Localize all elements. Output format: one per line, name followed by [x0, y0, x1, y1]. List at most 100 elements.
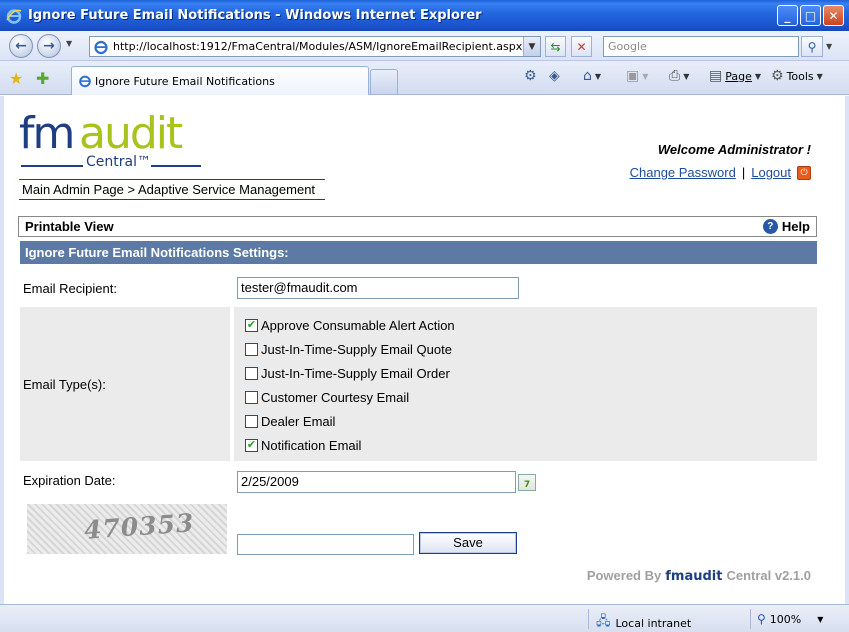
expiration-date-field[interactable]: 2/25/2009: [237, 471, 516, 493]
maximize-icon: □: [804, 8, 817, 23]
research-icon: ◈: [549, 68, 560, 84]
forward-arrow-icon: →: [43, 38, 55, 54]
print-dropdown-icon[interactable]: ▼: [683, 72, 689, 81]
email-type-label: Just-In-Time-Supply Email Quote: [261, 342, 452, 357]
close-window-button[interactable]: ✕: [823, 5, 844, 26]
email-recipient-label: Email Recipient:: [23, 281, 117, 296]
tab-ignore-notifications[interactable]: Ignore Future Email Notifications: [71, 66, 369, 95]
email-type-option[interactable]: Customer Courtesy Email: [245, 390, 409, 405]
logout-link[interactable]: Logout: [751, 165, 791, 180]
rss-icon: ⚙: [524, 68, 537, 84]
page-icon: [94, 40, 108, 54]
status-separator: [750, 609, 751, 629]
captcha-input[interactable]: [237, 534, 414, 555]
close-icon: ✕: [828, 8, 839, 23]
breadcrumb[interactable]: Main Admin Page > Adaptive Service Manag…: [19, 179, 325, 200]
home-dropdown-icon[interactable]: ▼: [595, 72, 601, 81]
refresh-icon: ⇆: [550, 39, 561, 54]
email-type-option[interactable]: Just-In-Time-Supply Email Quote: [245, 342, 452, 357]
email-type-option[interactable]: ✔ Approve Consumable Alert Action: [245, 318, 455, 333]
zoom-control[interactable]: ⚲ 100% ▼: [757, 612, 823, 626]
account-links: Change Password | Logout ⏻: [630, 165, 811, 180]
printable-view-bar: Printable View ? Help: [18, 216, 817, 237]
forward-button[interactable]: →: [37, 34, 61, 58]
research-button[interactable]: ◈: [549, 68, 560, 84]
email-type-label: Dealer Email: [261, 414, 336, 429]
printable-view-link[interactable]: Printable View: [25, 219, 114, 234]
stop-button[interactable]: ✕: [571, 36, 592, 57]
search-options-icon[interactable]: ▼: [826, 42, 832, 51]
email-type-label: Customer Courtesy Email: [261, 390, 410, 405]
logo-central: Central™: [86, 154, 151, 170]
status-bar: 🖧 Local intranet ⚲ 100% ▼: [0, 604, 849, 632]
address-dropdown-icon[interactable]: ▼: [523, 37, 540, 56]
page-content: fm audit Central™ Main Admin Page > Adap…: [0, 96, 849, 604]
expiration-date-label: Expiration Date:: [23, 473, 116, 488]
help-link[interactable]: ? Help: [762, 219, 810, 234]
save-button[interactable]: Save: [419, 532, 517, 554]
address-bar[interactable]: http://localhost:1912/FmaCentral/Modules…: [89, 36, 541, 57]
powered-by: Powered By fmaudit Central v2.1.0: [587, 568, 811, 584]
history-dropdown-icon[interactable]: ▼: [66, 39, 72, 48]
email-type-option[interactable]: ✔ Notification Email: [245, 438, 361, 453]
calendar-icon[interactable]: 7: [518, 474, 536, 491]
zoom-dropdown-icon[interactable]: ▼: [817, 615, 823, 624]
help-icon: ?: [762, 219, 778, 234]
captcha-image: 470353: [27, 504, 227, 554]
address-url[interactable]: http://localhost:1912/FmaCentral/Modules…: [113, 40, 523, 53]
feeds-icon: ▣: [626, 68, 640, 84]
back-arrow-icon: ←: [15, 38, 27, 54]
maximize-button[interactable]: □: [800, 5, 821, 26]
tools-menu-label: Tools: [786, 69, 814, 83]
welcome-message: Welcome Administrator !: [657, 142, 811, 157]
email-type-label: Just-In-Time-Supply Email Order: [261, 366, 450, 381]
checkbox-dealer-email[interactable]: [245, 415, 258, 428]
powered-by-label: Powered By: [586, 568, 662, 583]
captcha-text: 470353: [83, 508, 196, 545]
security-zone[interactable]: 🖧 Local intranet: [596, 612, 691, 632]
checkbox-notification-email[interactable]: ✔: [245, 439, 258, 452]
email-recipient-field[interactable]: tester@fmaudit.com: [237, 277, 519, 299]
page-menu-label: Page: [725, 69, 752, 83]
intranet-globe-icon: 🖧: [596, 614, 611, 629]
page-menu[interactable]: ▤ Page ▼: [709, 68, 761, 84]
tab-page-icon: [79, 75, 91, 88]
favorites-star-icon[interactable]: ★: [9, 69, 23, 88]
checkbox-jit-quote[interactable]: [245, 343, 258, 356]
checkbox-approve-consumable[interactable]: ✔: [245, 319, 258, 332]
email-type-label: Approve Consumable Alert Action: [261, 318, 455, 333]
change-password-link[interactable]: Change Password: [630, 165, 736, 180]
tools-menu[interactable]: ⚙ Tools ▼: [771, 68, 823, 84]
page-dropdown-icon: ▼: [754, 71, 762, 81]
checkbox-customer-courtesy[interactable]: [245, 391, 258, 404]
email-type-option[interactable]: Just-In-Time-Supply Email Order: [245, 366, 450, 381]
stop-icon: ✕: [576, 39, 587, 54]
search-icon: ⚲: [807, 39, 817, 54]
fmaudit-logo[interactable]: fm audit Central™: [19, 108, 209, 174]
logout-power-icon[interactable]: ⏻: [797, 165, 811, 180]
home-button[interactable]: ⌂ ▼: [583, 68, 601, 84]
feeds-dropdown-icon[interactable]: ▼: [642, 72, 648, 81]
print-button[interactable]: ⎙ ▼: [669, 68, 689, 84]
zoom-magnifier-icon: ⚲: [757, 612, 766, 626]
search-input[interactable]: Google: [603, 36, 799, 57]
minimize-button[interactable]: _: [777, 5, 798, 26]
checkbox-jit-order[interactable]: [245, 367, 258, 380]
back-button[interactable]: ←: [9, 34, 33, 58]
new-tab-button[interactable]: [370, 69, 398, 94]
powered-brand-fm: fm: [665, 569, 685, 584]
print-icon: ⎙: [669, 68, 681, 84]
rss-mail-button[interactable]: ⚙: [524, 68, 537, 84]
search-button[interactable]: ⚲: [801, 36, 823, 57]
email-types-label: Email Type(s):: [23, 377, 106, 392]
tab-toolbar: ★ ✚ Ignore Future Email Notifications ⚙ …: [0, 61, 849, 95]
email-type-option[interactable]: Dealer Email: [245, 414, 335, 429]
add-favorites-icon[interactable]: ✚: [36, 69, 49, 88]
refresh-button[interactable]: ⇆: [545, 36, 566, 57]
feeds-button[interactable]: ▣ ▼: [626, 68, 648, 84]
window-titlebar[interactable]: Ignore Future Email Notifications - Wind…: [0, 0, 849, 31]
page-menu-icon: ▤: [709, 68, 723, 84]
internet-explorer-icon: [6, 8, 22, 24]
powered-version: Central v2.1.0: [726, 568, 811, 583]
help-label: Help: [781, 219, 810, 234]
